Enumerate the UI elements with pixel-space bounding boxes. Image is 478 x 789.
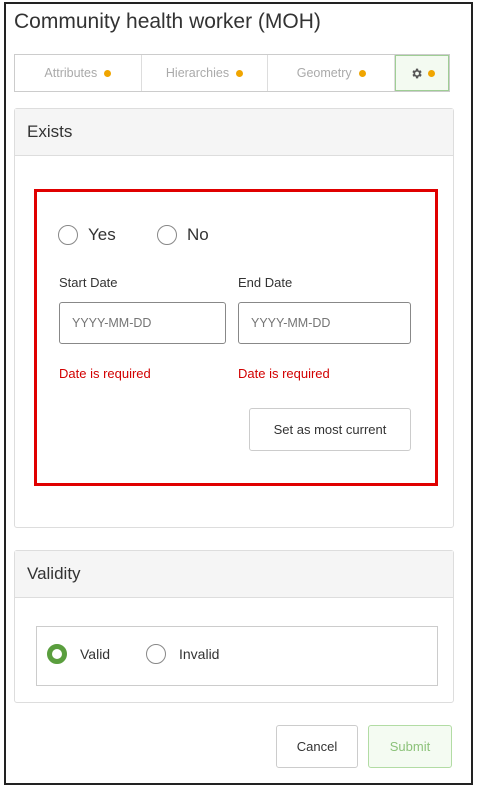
exists-no-option[interactable]: No — [157, 225, 209, 245]
status-dot-icon — [236, 69, 244, 77]
valid-option[interactable]: Valid — [47, 644, 110, 664]
tab-attributes[interactable]: Attributes — [15, 55, 142, 91]
end-date-input[interactable] — [238, 302, 411, 344]
end-date-error: Date is required — [238, 366, 330, 381]
yes-label: Yes — [88, 225, 116, 244]
status-dot-icon — [427, 69, 435, 77]
tab-settings[interactable] — [395, 55, 450, 91]
set-most-current-button[interactable]: Set as most current — [249, 408, 411, 451]
validity-header: Validity — [15, 551, 453, 598]
tab-label: Geometry — [296, 66, 352, 80]
tab-geometry[interactable]: Geometry — [268, 55, 396, 91]
start-date-label: Start Date — [59, 275, 118, 290]
gear-icon — [411, 68, 422, 78]
page-title: Community health worker (MOH) — [14, 10, 321, 33]
status-dot-icon — [104, 69, 112, 77]
tab-label: Hierarchies — [165, 66, 230, 80]
invalid-label: Invalid — [179, 646, 220, 662]
start-date-error: Date is required — [59, 366, 151, 381]
end-date-label: End Date — [238, 275, 293, 290]
submit-button[interactable]: Submit — [368, 725, 452, 768]
status-dot-icon — [358, 69, 366, 77]
invalid-radio[interactable] — [146, 644, 166, 664]
tab-label: Attributes — [44, 66, 98, 80]
invalid-option[interactable]: Invalid — [146, 644, 219, 664]
yes-radio[interactable] — [58, 225, 78, 245]
exists-yes-option[interactable]: Yes — [58, 225, 116, 245]
valid-label: Valid — [80, 646, 111, 662]
no-radio[interactable] — [157, 225, 177, 245]
tab-bar: Attributes Hierarchies Geometry — [14, 54, 450, 92]
cancel-button[interactable]: Cancel — [276, 725, 358, 768]
exists-header: Exists — [15, 109, 453, 156]
valid-radio[interactable] — [47, 644, 67, 664]
start-date-input[interactable] — [59, 302, 226, 344]
no-label: No — [187, 225, 209, 244]
tab-hierarchies[interactable]: Hierarchies — [142, 55, 269, 91]
